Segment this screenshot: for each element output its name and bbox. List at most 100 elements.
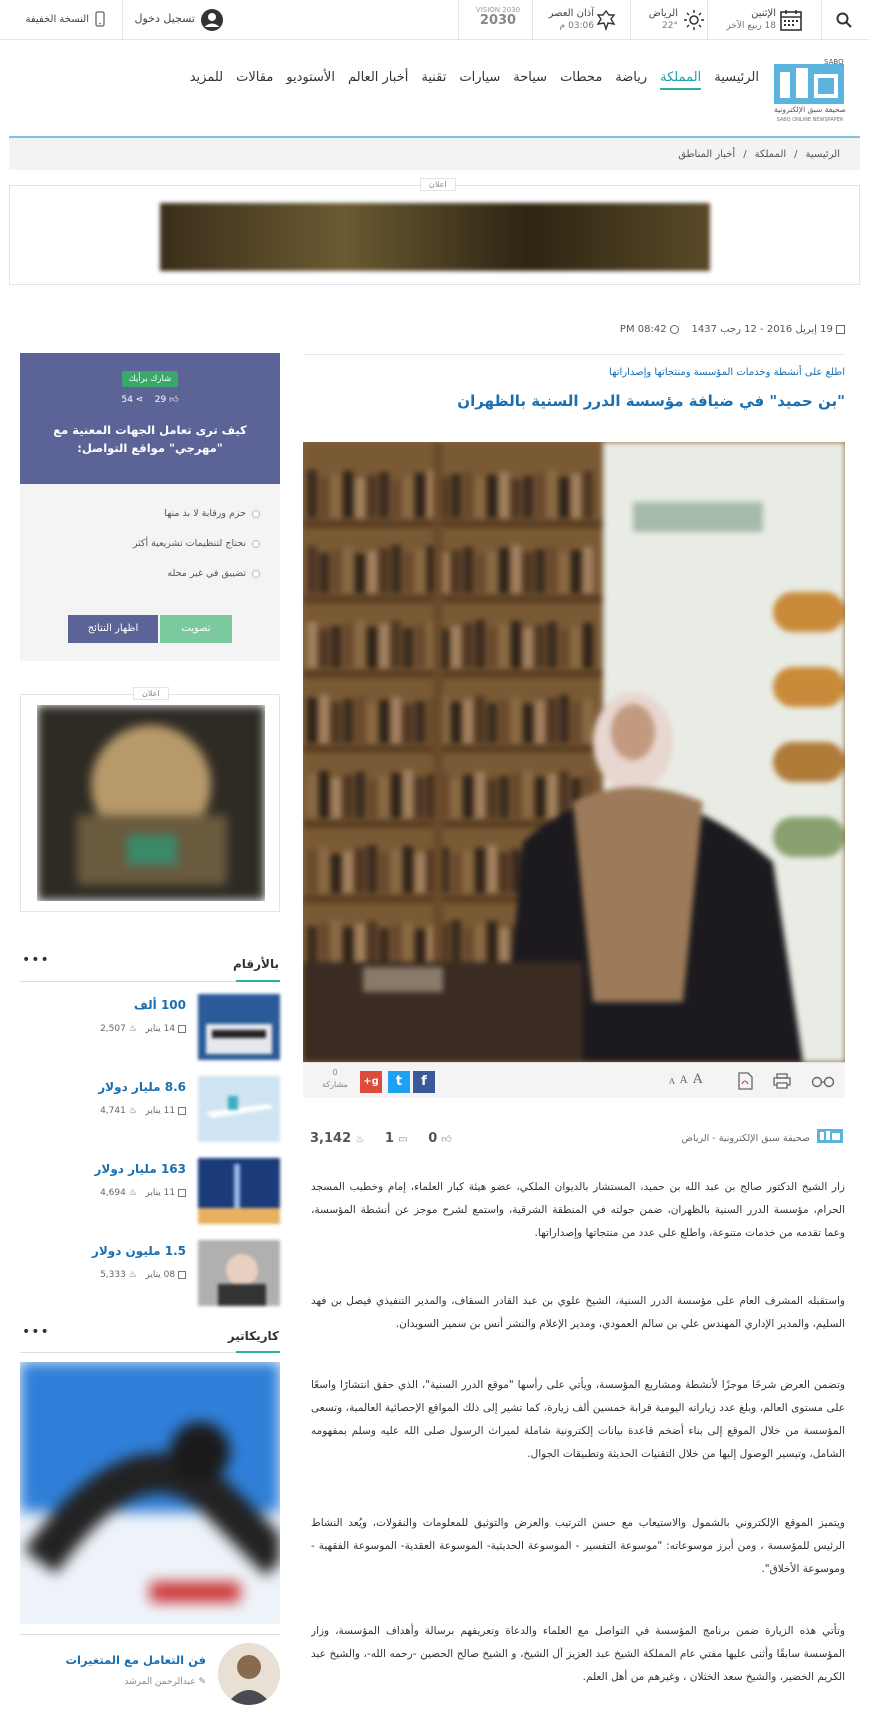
nav-item[interactable]: الرئيسية — [714, 70, 759, 90]
facebook-icon[interactable]: f — [413, 1071, 435, 1093]
sidebar-ad-image[interactable] — [37, 705, 265, 901]
ad-banner-image[interactable] — [160, 203, 710, 271]
nav-item[interactable]: سياحة — [513, 70, 547, 90]
show-results-button[interactable]: اظهار النتائج — [68, 615, 158, 643]
read-mode-icon[interactable] — [811, 1073, 835, 1089]
article-paragraph: واستقبله المشرف العام على مؤسسة الدرر ال… — [311, 1295, 845, 1330]
author-avatar[interactable] — [218, 1643, 280, 1705]
sidebar-ad[interactable]: اعلان — [20, 687, 280, 912]
prayer-time: 03:06 م — [559, 21, 594, 31]
article-date: 19 إبريل 2016 - 12 رجب 1437 — [691, 324, 833, 335]
poll-options: حزم ورقابة لا بد منها نحتاج لتنظيمات تشر… — [20, 484, 280, 661]
pdf-icon[interactable] — [737, 1072, 753, 1090]
article-stats: 3,142 ♨ 1 ▭ 0 👍︎ — [310, 1131, 452, 1146]
google-plus-icon[interactable]: g+ — [360, 1071, 382, 1093]
top-ad[interactable]: اعلان — [9, 178, 860, 285]
font-size-medium-icon[interactable]: A — [680, 1075, 687, 1086]
fire-icon: ♨ — [128, 1270, 137, 1280]
nav-item[interactable]: للمزيد — [190, 70, 223, 90]
nav-item[interactable]: مقالات — [236, 70, 273, 90]
poll-likes: 29 — [154, 395, 167, 405]
list-item-thumbnail[interactable] — [198, 1240, 280, 1306]
list-item[interactable]: 100 ألف 14 يناير ♨ 2,507 — [20, 994, 280, 1060]
print-icon[interactable] — [773, 1073, 791, 1089]
radio-icon[interactable] — [252, 569, 260, 578]
breadcrumb-home[interactable]: الرئيسية — [806, 149, 840, 160]
site-logo[interactable]: SABQ صحيفة سبق الإلكترونية SABQ ONLINE N… — [772, 58, 848, 126]
breadcrumb-kingdom[interactable]: المملكة — [755, 149, 787, 160]
poll-badge: شارك برأيك — [122, 371, 178, 387]
list-item-thumbnail[interactable] — [198, 1158, 280, 1224]
share-bar: f t g+ 0 مشاركة A A A — [303, 1062, 845, 1098]
nav-item[interactable]: أخبار العالم — [348, 70, 408, 90]
thumbs-up-icon[interactable]: 👍︎ — [441, 1134, 451, 1145]
main-nav: الرئيسية المملكة رياضة محطات سياحة سيارات تقني… — [190, 70, 759, 90]
vote-button[interactable]: تصويت — [160, 615, 232, 643]
ad-label: اعلان — [133, 687, 169, 700]
list-item[interactable]: 163 مليار دولار 11 يناير ♨ 4,694 — [20, 1158, 280, 1224]
mosque-icon — [595, 9, 617, 32]
nav-item[interactable]: المملكة — [660, 70, 702, 90]
poll-option[interactable]: تضييق في غير محله — [167, 568, 260, 579]
weather-city: الرياض — [648, 8, 678, 19]
radio-icon[interactable] — [252, 509, 260, 518]
breadcrumb-regions[interactable]: أخبار المناطق — [678, 149, 735, 160]
numbers-section-title[interactable]: بالأرقام — [233, 957, 279, 971]
nav-item[interactable]: رياضة — [615, 70, 647, 90]
article-paragraph: زار الشيخ الدكتور صالح بن عبد الله بن حم… — [311, 1181, 845, 1239]
prayer-label: آذان العصر — [548, 8, 594, 19]
twitter-icon[interactable]: t — [388, 1071, 410, 1093]
list-item-date: 11 يناير — [145, 1188, 176, 1198]
caricature-image[interactable] — [20, 1362, 280, 1624]
more-icon[interactable]: ••• — [22, 1324, 50, 1340]
font-size-small-icon[interactable]: A — [669, 1077, 675, 1086]
views-count: 3,142 — [310, 1131, 352, 1146]
article-time: PM 08:42 — [619, 324, 667, 335]
more-icon[interactable]: ••• — [22, 952, 50, 968]
list-item-title[interactable]: 100 ألف — [134, 998, 186, 1012]
day-label: الإثنين — [751, 8, 776, 19]
login-link[interactable]: تسجيل دخول — [135, 13, 196, 25]
poll-counters: 54 ⋖ 29 👍︎ — [110, 395, 190, 405]
author-card[interactable]: فن التعامل مع المتغيرات ✎ عبدالرحمن المر… — [20, 1634, 280, 1714]
light-version-link[interactable]: النسخة الخفيفة — [25, 14, 89, 26]
article-source: صحيفة سبق الإلكترونية - الرياض — [681, 1133, 810, 1144]
share-icon: ⋖ — [135, 395, 144, 405]
thumbs-up-icon: 👍︎ — [169, 395, 179, 405]
list-item-thumbnail[interactable] — [198, 994, 280, 1060]
fire-icon: ♨ — [128, 1024, 137, 1034]
list-item[interactable]: 1.5 مليون دولار 08 يناير ♨ 5,333 — [20, 1240, 280, 1306]
calendar-icon — [178, 1188, 186, 1197]
poll-option[interactable]: نحتاج لتنظيمات تشريعية أكثر — [133, 538, 260, 549]
list-item-title[interactable]: 163 مليار دولار — [94, 1162, 186, 1176]
vision-2030-logo: VISION 2030 2030 — [472, 6, 524, 34]
poll-shares: 54 — [121, 395, 133, 405]
hijri-date: 18 ربيع الآخر — [726, 21, 776, 31]
list-item-views: 4,694 — [100, 1188, 126, 1198]
user-avatar-icon[interactable] — [201, 9, 223, 31]
divider — [303, 354, 845, 355]
list-item-thumbnail[interactable] — [198, 1076, 280, 1142]
logo-subtitle-en: SABQ ONLINE NEWSPAPER — [776, 117, 844, 123]
article-paragraph: وتأتي هذه الزيارة ضمن برنامج المؤسسة في … — [311, 1625, 845, 1683]
list-item-title[interactable]: 8.6 مليار دولار — [98, 1080, 186, 1094]
font-size-large-icon[interactable]: A — [693, 1072, 702, 1087]
caricature-section-title[interactable]: كاريكاتير — [228, 1329, 279, 1343]
article-title: "بن حميد" في ضيافة مؤسسة الدرر السنية با… — [457, 392, 845, 410]
list-item[interactable]: 8.6 مليار دولار 11 يناير ♨ 4,741 — [20, 1076, 280, 1142]
nav-item[interactable]: سيارات — [459, 70, 500, 90]
share-count-label: مشاركة — [322, 1080, 348, 1089]
poll-option[interactable]: حزم ورقابة لا بد منها — [164, 508, 260, 519]
nav-item[interactable]: تقنية — [421, 70, 446, 90]
author-name-text: عبدالرحمن المرشد — [124, 1677, 196, 1687]
author-article-title[interactable]: فن التعامل مع المتغيرات — [65, 1653, 206, 1667]
nav-item[interactable]: محطات — [560, 70, 602, 90]
share-count-value: 0 — [332, 1068, 338, 1077]
list-item-title[interactable]: 1.5 مليون دولار — [92, 1244, 186, 1258]
search-icon[interactable] — [836, 12, 852, 28]
logo-tag: SABQ — [824, 58, 844, 66]
pen-icon: ✎ — [198, 1677, 206, 1687]
nav-item[interactable]: الأستوديو — [286, 70, 335, 90]
article-photo[interactable] — [303, 442, 845, 1062]
radio-icon[interactable] — [252, 539, 260, 548]
